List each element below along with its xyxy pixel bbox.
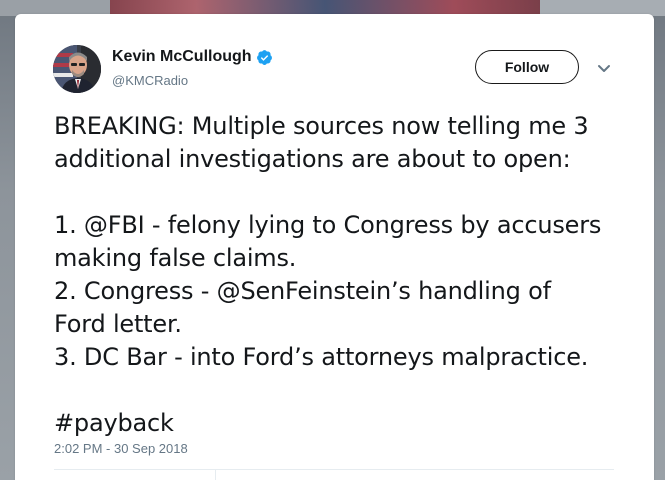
tweet-text-line: additional investigations are about to o…	[54, 145, 571, 173]
avatar-image	[53, 45, 101, 93]
follow-button[interactable]: Follow	[475, 50, 579, 84]
tweet-text-line: 2. Congress - @SenFeinstein’s handling o…	[54, 277, 551, 305]
tweet-text-line: 3. DC Bar - into Ford’s attorneys malpra…	[54, 343, 589, 371]
display-name[interactable]: Kevin McCullough	[112, 48, 273, 66]
user-handle[interactable]: @KMCRadio	[112, 73, 188, 88]
display-name-text: Kevin McCullough	[112, 48, 252, 65]
tweet-text-line: #payback	[54, 409, 174, 437]
tweet-text-line: BREAKING: Multiple sources now telling m…	[54, 112, 589, 140]
chevron-down-icon[interactable]	[595, 62, 613, 76]
tweet-text-line: making false claims.	[54, 244, 297, 272]
tweet-timestamp[interactable]: 2:02 PM - 30 Sep 2018	[54, 441, 188, 456]
tweet-text-line: 1. @FBI - felony lying to Congress by ac…	[54, 211, 602, 239]
verified-badge-icon	[256, 49, 273, 66]
avatar[interactable]	[53, 45, 101, 93]
divider	[54, 469, 614, 470]
tweet-card: Kevin McCullough @KMCRadio Follow BREAKI…	[15, 14, 654, 480]
divider	[215, 470, 216, 480]
tweet-text-line: Ford letter.	[54, 310, 182, 338]
tweet-text: BREAKING: Multiple sources now telling m…	[54, 110, 634, 440]
